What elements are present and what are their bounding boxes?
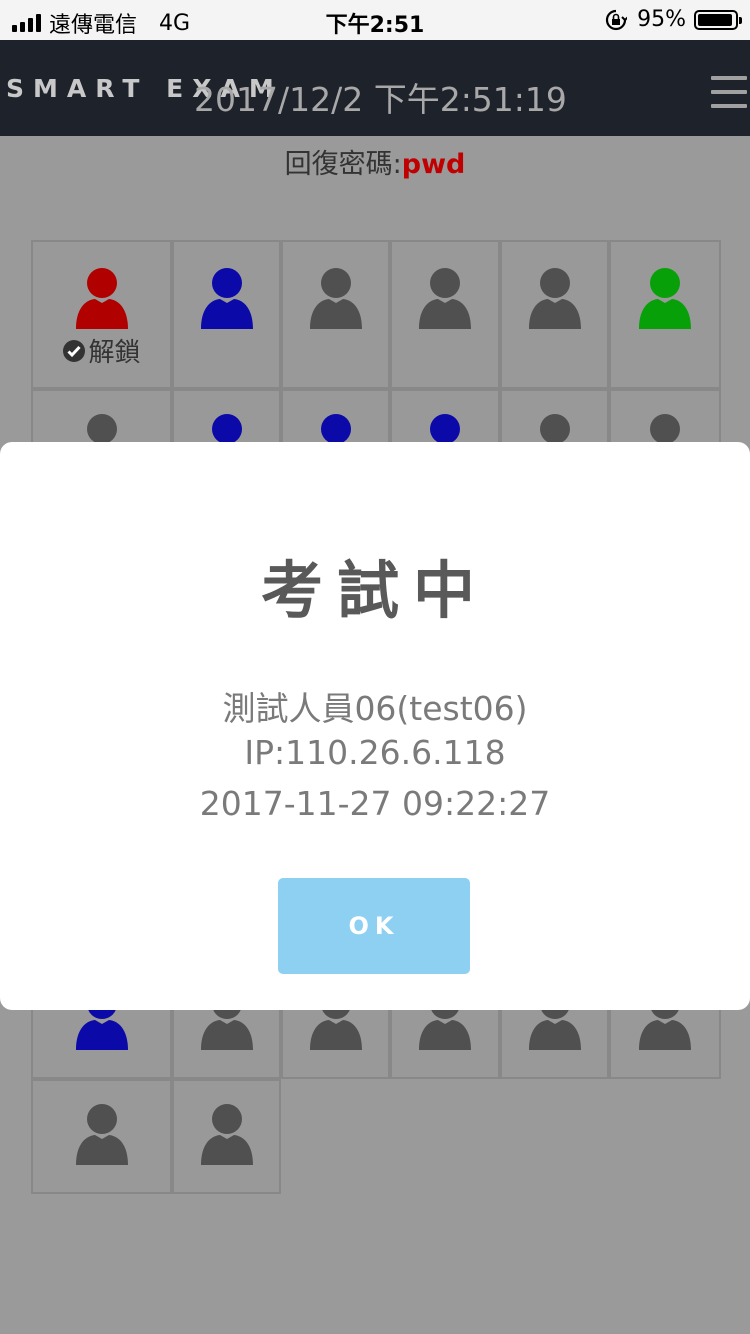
rotation-lock-icon [606,9,628,30]
dialog-datetime: 2017-11-27 09:22:27 [199,784,551,823]
seat-cell[interactable] [390,240,500,389]
user-icon [200,268,253,329]
seat-cell[interactable] [31,1079,172,1194]
top-navbar: SMART EXAM 2017/12/2 下午2:51:19 [0,40,750,136]
battery-percent: 95% [637,7,686,32]
battery-icon [694,9,742,30]
user-icon [419,268,471,329]
current-datetime: 2017/12/2 下午2:51:19 [194,80,567,119]
dialog-title: 考試中 [260,554,489,627]
seat-cell[interactable] [281,240,390,389]
check-circle-icon [63,339,86,362]
dialog-ip: IP:110.26.6.118 [244,733,506,772]
seat-cell[interactable] [172,1079,281,1194]
seat-cell[interactable] [500,240,609,389]
seat-cell[interactable]: 解鎖 [31,240,172,389]
ok-button[interactable]: OK [278,878,470,974]
hamburger-menu-icon[interactable] [711,76,747,108]
dialog-user: 測試人員06(test06) [222,689,528,728]
user-icon [75,1104,128,1165]
unlock-label: 解鎖 [88,338,141,368]
user-icon [309,268,362,329]
user-icon [75,268,128,329]
recovery-password: 回復密碼:pwd [0,142,750,181]
status-bar: 遠傳電信 4G 下午2:51 95% [0,0,750,40]
seat-cell[interactable] [609,240,721,389]
user-icon [639,268,691,329]
recovery-password-value: pwd [401,149,466,180]
unlock-link[interactable]: 解鎖 [33,332,170,369]
recovery-password-label: 回復密碼: [284,149,402,180]
user-icon [528,268,581,329]
user-icon [200,1104,253,1165]
seat-cell[interactable] [172,240,281,389]
